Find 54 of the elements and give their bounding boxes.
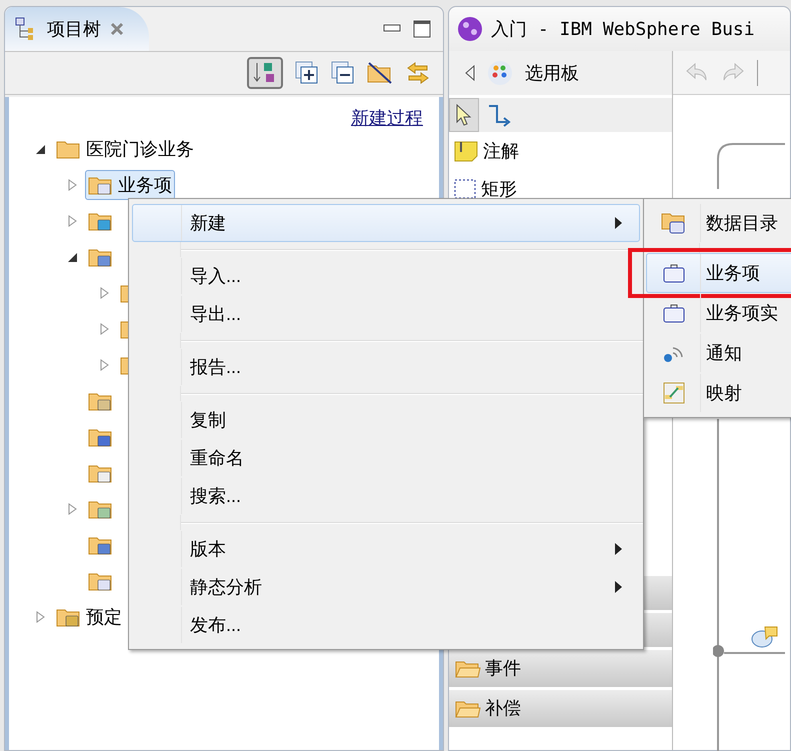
sync-arrows-icon[interactable]	[405, 61, 431, 85]
tree-item[interactable]: 业务项	[85, 170, 175, 200]
menu-item[interactable]: 重命名	[132, 439, 640, 477]
menu-item[interactable]: 业务项实	[646, 293, 791, 333]
menu-item[interactable]: 导入...	[132, 257, 640, 295]
menu-item[interactable]: 复制	[132, 401, 640, 439]
menu-item[interactable]: 版本	[132, 530, 640, 568]
close-icon[interactable]	[109, 21, 125, 37]
menu-item[interactable]: 搜索...	[132, 477, 640, 515]
collapsed-arrow-icon[interactable]	[68, 503, 76, 515]
maximize-icon[interactable]	[413, 20, 431, 38]
expanded-arrow-icon[interactable]	[68, 252, 76, 262]
palette-title: 选用板	[525, 62, 579, 84]
collapse-all-icon[interactable]	[331, 61, 355, 85]
menu-item[interactable]: 新建	[132, 204, 640, 242]
tree-item[interactable]: 预定	[53, 602, 125, 632]
rectangle-icon	[453, 178, 477, 200]
menu-item[interactable]: 映射	[646, 373, 791, 413]
view-title: 项目树	[47, 18, 101, 40]
collapsed-arrow-icon[interactable]	[36, 611, 44, 623]
menu-item[interactable]: 报告...	[132, 348, 640, 386]
collapsed-arrow-icon[interactable]	[68, 179, 76, 191]
folder-filter-icon[interactable]	[367, 61, 393, 85]
expand-all-icon[interactable]	[295, 61, 319, 85]
folder-icon	[660, 211, 686, 235]
sort-icon[interactable]	[247, 57, 283, 89]
collapsed-arrow-icon[interactable]	[100, 287, 108, 299]
collapsed-arrow-icon[interactable]	[68, 215, 76, 227]
note-icon	[453, 140, 479, 162]
menu-item[interactable]: 发布...	[132, 606, 640, 644]
collapsed-arrow-icon[interactable]	[100, 359, 108, 371]
minimize-icon[interactable]	[383, 24, 401, 34]
collapsed-arrow-icon[interactable]	[100, 323, 108, 335]
briefcase-icon	[662, 303, 684, 323]
expanded-arrow-icon[interactable]	[36, 144, 44, 154]
tree-item[interactable]: 医院门诊业务	[53, 134, 197, 164]
palette-drawer[interactable]: 补偿	[449, 690, 672, 727]
folder-icon	[455, 698, 481, 718]
briefcase-icon	[662, 263, 684, 283]
collapse-left-icon[interactable]	[465, 65, 475, 81]
new-process-link[interactable]: 新建过程	[351, 105, 423, 131]
process-icon	[457, 16, 483, 42]
mapping-icon	[662, 381, 686, 405]
menu-item[interactable]: 通知	[646, 333, 791, 373]
palette-icon	[487, 60, 513, 86]
palette-tool[interactable]: 注解	[449, 132, 672, 170]
menu-item[interactable]: 业务项	[646, 253, 791, 293]
menu-item[interactable]: 导出...	[132, 295, 640, 333]
menu-item[interactable]: 静态分析	[132, 568, 640, 606]
folder-icon	[455, 658, 481, 678]
view-tab[interactable]: 项目树	[5, 7, 149, 51]
connection-tool-icon[interactable]	[487, 103, 513, 127]
pointer-icon[interactable]	[456, 104, 472, 126]
palette-drawer[interactable]: 事件	[449, 650, 672, 687]
